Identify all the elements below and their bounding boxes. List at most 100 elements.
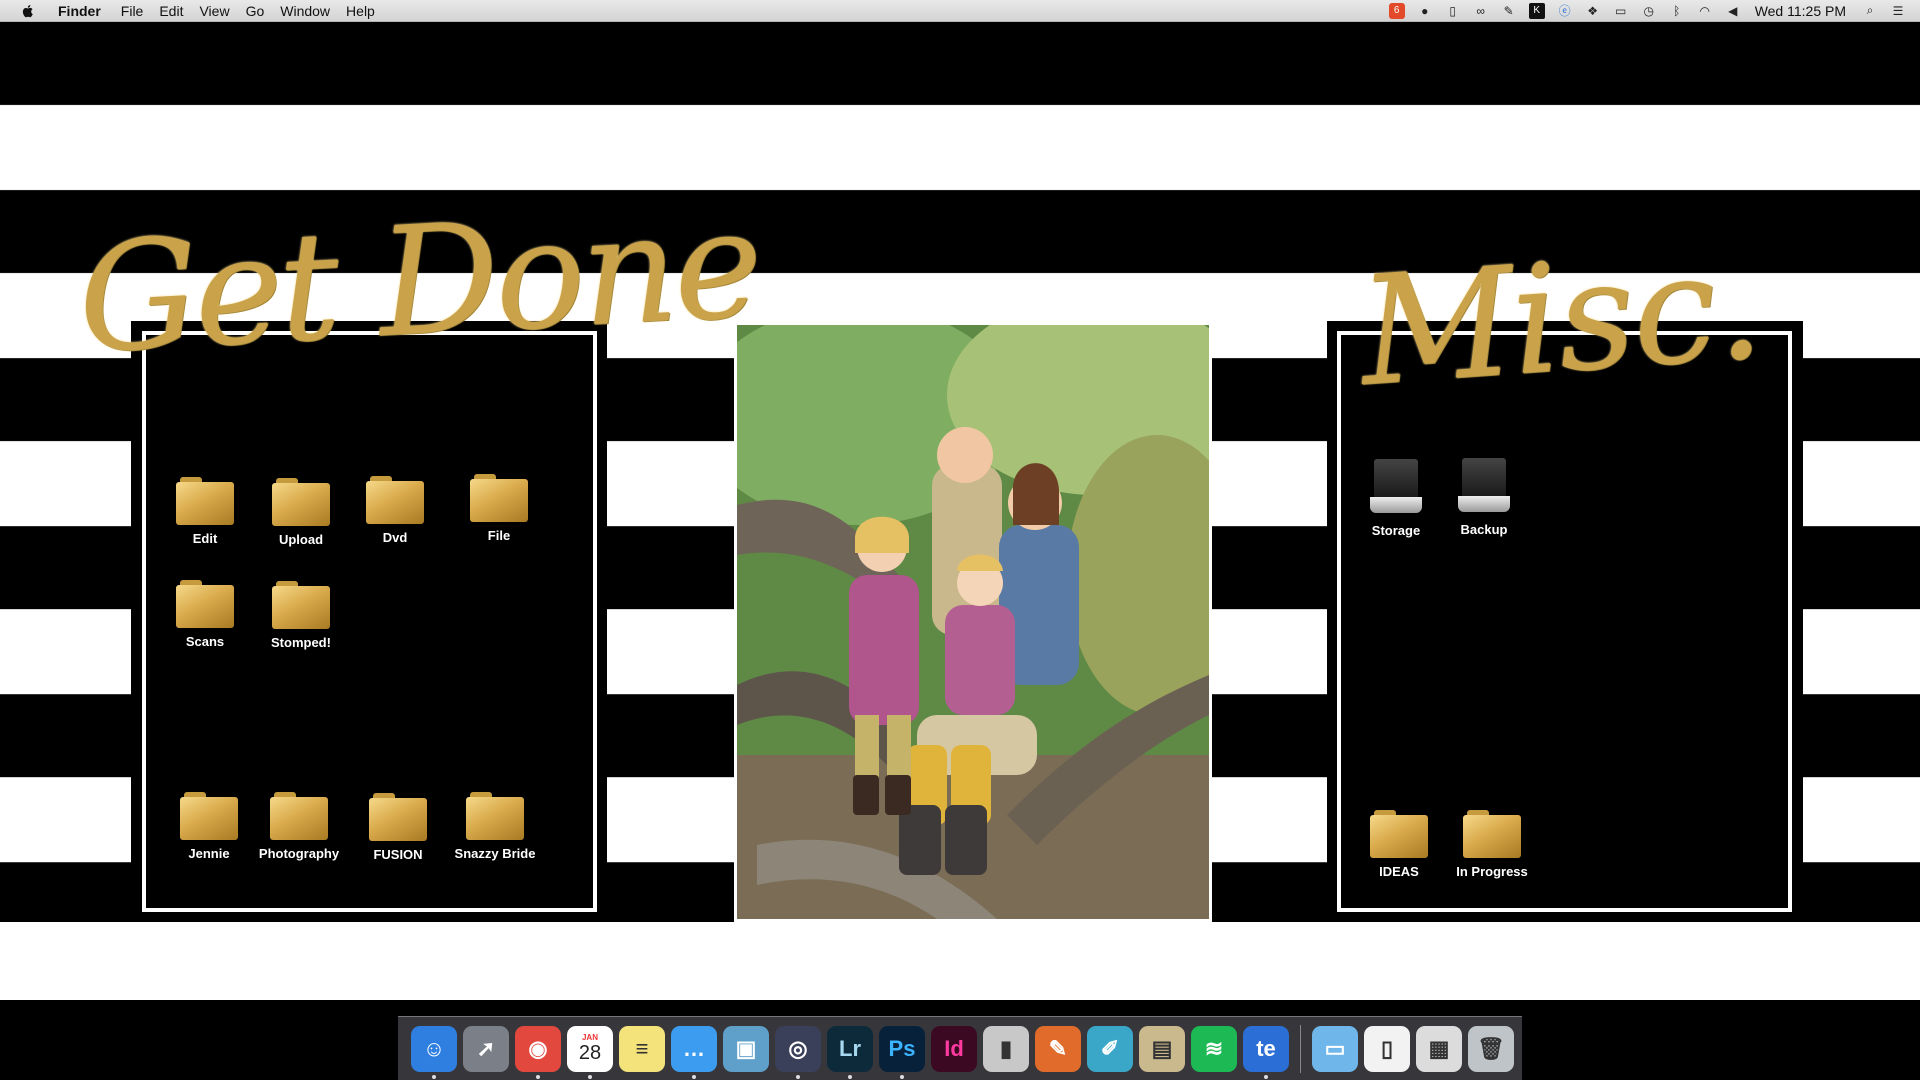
family-photo — [697, 295, 1247, 922]
running-indicator — [588, 1074, 592, 1079]
folder-icon — [272, 478, 330, 526]
folder-icon — [272, 581, 330, 629]
folder-icon — [1370, 810, 1428, 858]
iphoto-icon[interactable]: ▣ — [723, 1025, 769, 1072]
ibooks-author-icon[interactable]: ✎ — [1035, 1025, 1081, 1072]
menu-app-name[interactable]: Finder — [50, 0, 113, 22]
drive-label: Storage — [1371, 523, 1421, 538]
messages-icon[interactable]: … — [671, 1025, 717, 1079]
spotlight-icon[interactable]: ⌕ — [1862, 3, 1878, 19]
dock-stacks: ▭ ▯ ▦ 🗑 — [1309, 1025, 1517, 1072]
hard-drive-icon — [1368, 459, 1424, 517]
folder-icon — [176, 580, 234, 628]
folder-icon — [1463, 810, 1521, 858]
folder-label: Photography — [258, 846, 340, 861]
get-done-title: Get Done — [73, 177, 763, 387]
time-machine-icon[interactable]: ◷ — [1641, 3, 1657, 19]
menu-view[interactable]: View — [191, 0, 237, 22]
running-indicator — [692, 1074, 696, 1079]
folder-label: Stomped! — [271, 635, 331, 650]
wallpaper-stripe — [0, 922, 1920, 1000]
te-icon[interactable]: ⓔ — [1557, 3, 1573, 19]
dropbox-icon[interactable]: ❖ — [1585, 3, 1601, 19]
wifi-icon[interactable]: ◠ — [1697, 3, 1713, 19]
downloads-stack-icon[interactable]: ▦ — [1416, 1025, 1462, 1072]
notification-center-icon[interactable]: ☰ — [1890, 3, 1906, 19]
dock-apps: ☺ ➚ ◉ JAN 28 ≡… ▣ ◎ Lr Ps Id ▮ ✎ ✐ ▤ ≋ te — [408, 1025, 1292, 1079]
running-indicator — [848, 1074, 852, 1079]
folder-stomped[interactable]: Stomped! — [246, 581, 356, 650]
folder-scans[interactable]: Scans — [150, 580, 260, 649]
volume-icon[interactable]: ◀ — [1725, 3, 1741, 19]
pages-icon[interactable]: ✐ — [1087, 1025, 1133, 1072]
folder-in-progress[interactable]: In Progress — [1437, 810, 1547, 879]
folder-label: Scans — [185, 634, 225, 649]
menu-bar: Finder File Edit View Go Window Help 6 ●… — [0, 0, 1920, 22]
folder-snazzy-bride[interactable]: Snazzy Bride — [440, 792, 550, 861]
menu-help[interactable]: Help — [338, 0, 383, 22]
folder-label: Upload — [278, 532, 324, 547]
folder-label: Snazzy Bride — [454, 846, 536, 861]
misc-title: Misc. — [1354, 218, 1766, 420]
drive-backup[interactable]: Backup — [1429, 458, 1539, 537]
menu-edit[interactable]: Edit — [151, 0, 191, 22]
dock: ☺ ➚ ◉ JAN 28 ≡… ▣ ◎ Lr Ps Id ▮ ✎ ✐ ▤ ≋ te ▭ ▯ ▦ 🗑 — [398, 1016, 1522, 1080]
indesign-icon[interactable]: Id — [931, 1025, 977, 1072]
diet-coke-icon[interactable]: ▮ — [983, 1025, 1029, 1072]
spotify-icon[interactable]: ≋ — [1191, 1025, 1237, 1072]
finder-icon[interactable]: ☺ — [411, 1025, 457, 1079]
menu-clock[interactable]: Wed 11:25 PM — [1747, 3, 1856, 19]
folder-edit[interactable]: Edit — [150, 477, 260, 546]
folder-icon — [466, 792, 524, 840]
folder-label: Jennie — [188, 846, 230, 861]
folder-label: File — [487, 528, 511, 543]
trash-icon[interactable]: 🗑 — [1468, 1025, 1514, 1072]
calendar-icon[interactable]: JAN 28 — [567, 1025, 613, 1079]
kindle-icon[interactable]: K — [1528, 2, 1545, 19]
family-photo-image — [697, 295, 1247, 919]
hard-drive-icon — [1456, 458, 1512, 516]
running-indicator — [1264, 1074, 1268, 1079]
running-indicator — [900, 1074, 904, 1079]
menu-window[interactable]: Window — [272, 0, 338, 22]
folder-icon — [180, 792, 238, 840]
folder-icon — [270, 792, 328, 840]
speech-bubble-icon[interactable]: ● — [1417, 3, 1433, 19]
applications-folder-icon[interactable]: ▭ — [1312, 1025, 1358, 1072]
running-indicator — [432, 1074, 436, 1079]
launchpad-icon[interactable]: ➚ — [463, 1025, 509, 1072]
chrome-icon[interactable]: ◉ — [515, 1025, 561, 1079]
folder-icon — [470, 474, 528, 522]
folder-dvd[interactable]: Dvd — [340, 476, 450, 545]
lightroom-icon[interactable]: Lr — [827, 1025, 873, 1079]
folder-label: FUSION — [373, 847, 423, 862]
documents-icon[interactable]: ▯ — [1364, 1025, 1410, 1072]
battery-device-icon[interactable]: ▯ — [1445, 3, 1461, 19]
apple-menu-icon[interactable] — [20, 3, 36, 19]
archive-box-icon[interactable]: ▤ — [1139, 1025, 1185, 1072]
folder-label: Dvd — [382, 530, 408, 545]
app-badge-icon[interactable]: 6 — [1388, 2, 1405, 19]
calendar-month: JAN — [581, 1033, 598, 1042]
folder-icon — [369, 793, 427, 841]
aperture-icon[interactable]: ◎ — [775, 1025, 821, 1079]
evernote-icon[interactable]: ✎ — [1501, 3, 1517, 19]
te-app-icon[interactable]: te — [1243, 1025, 1289, 1079]
menu-file[interactable]: File — [113, 0, 152, 22]
notes-icon[interactable]: ≡ — [619, 1025, 665, 1072]
folder-label: Edit — [192, 531, 218, 546]
folder-photography[interactable]: Photography — [244, 792, 354, 861]
folder-icon — [366, 476, 424, 524]
running-indicator — [536, 1074, 540, 1079]
menu-go[interactable]: Go — [238, 0, 273, 22]
dock-separator — [1300, 1024, 1301, 1073]
airplay-icon[interactable]: ▭ — [1613, 3, 1629, 19]
running-indicator — [796, 1074, 800, 1079]
creative-cloud-icon[interactable]: ∞ — [1473, 3, 1489, 19]
bluetooth-icon[interactable]: ᛒ — [1669, 3, 1685, 19]
folder-fusion[interactable]: FUSION — [343, 793, 453, 862]
folder-label: IDEAS — [1379, 864, 1419, 879]
folder-file[interactable]: File — [444, 474, 554, 543]
drive-label: Backup — [1460, 522, 1508, 537]
photoshop-icon[interactable]: Ps — [879, 1025, 925, 1079]
